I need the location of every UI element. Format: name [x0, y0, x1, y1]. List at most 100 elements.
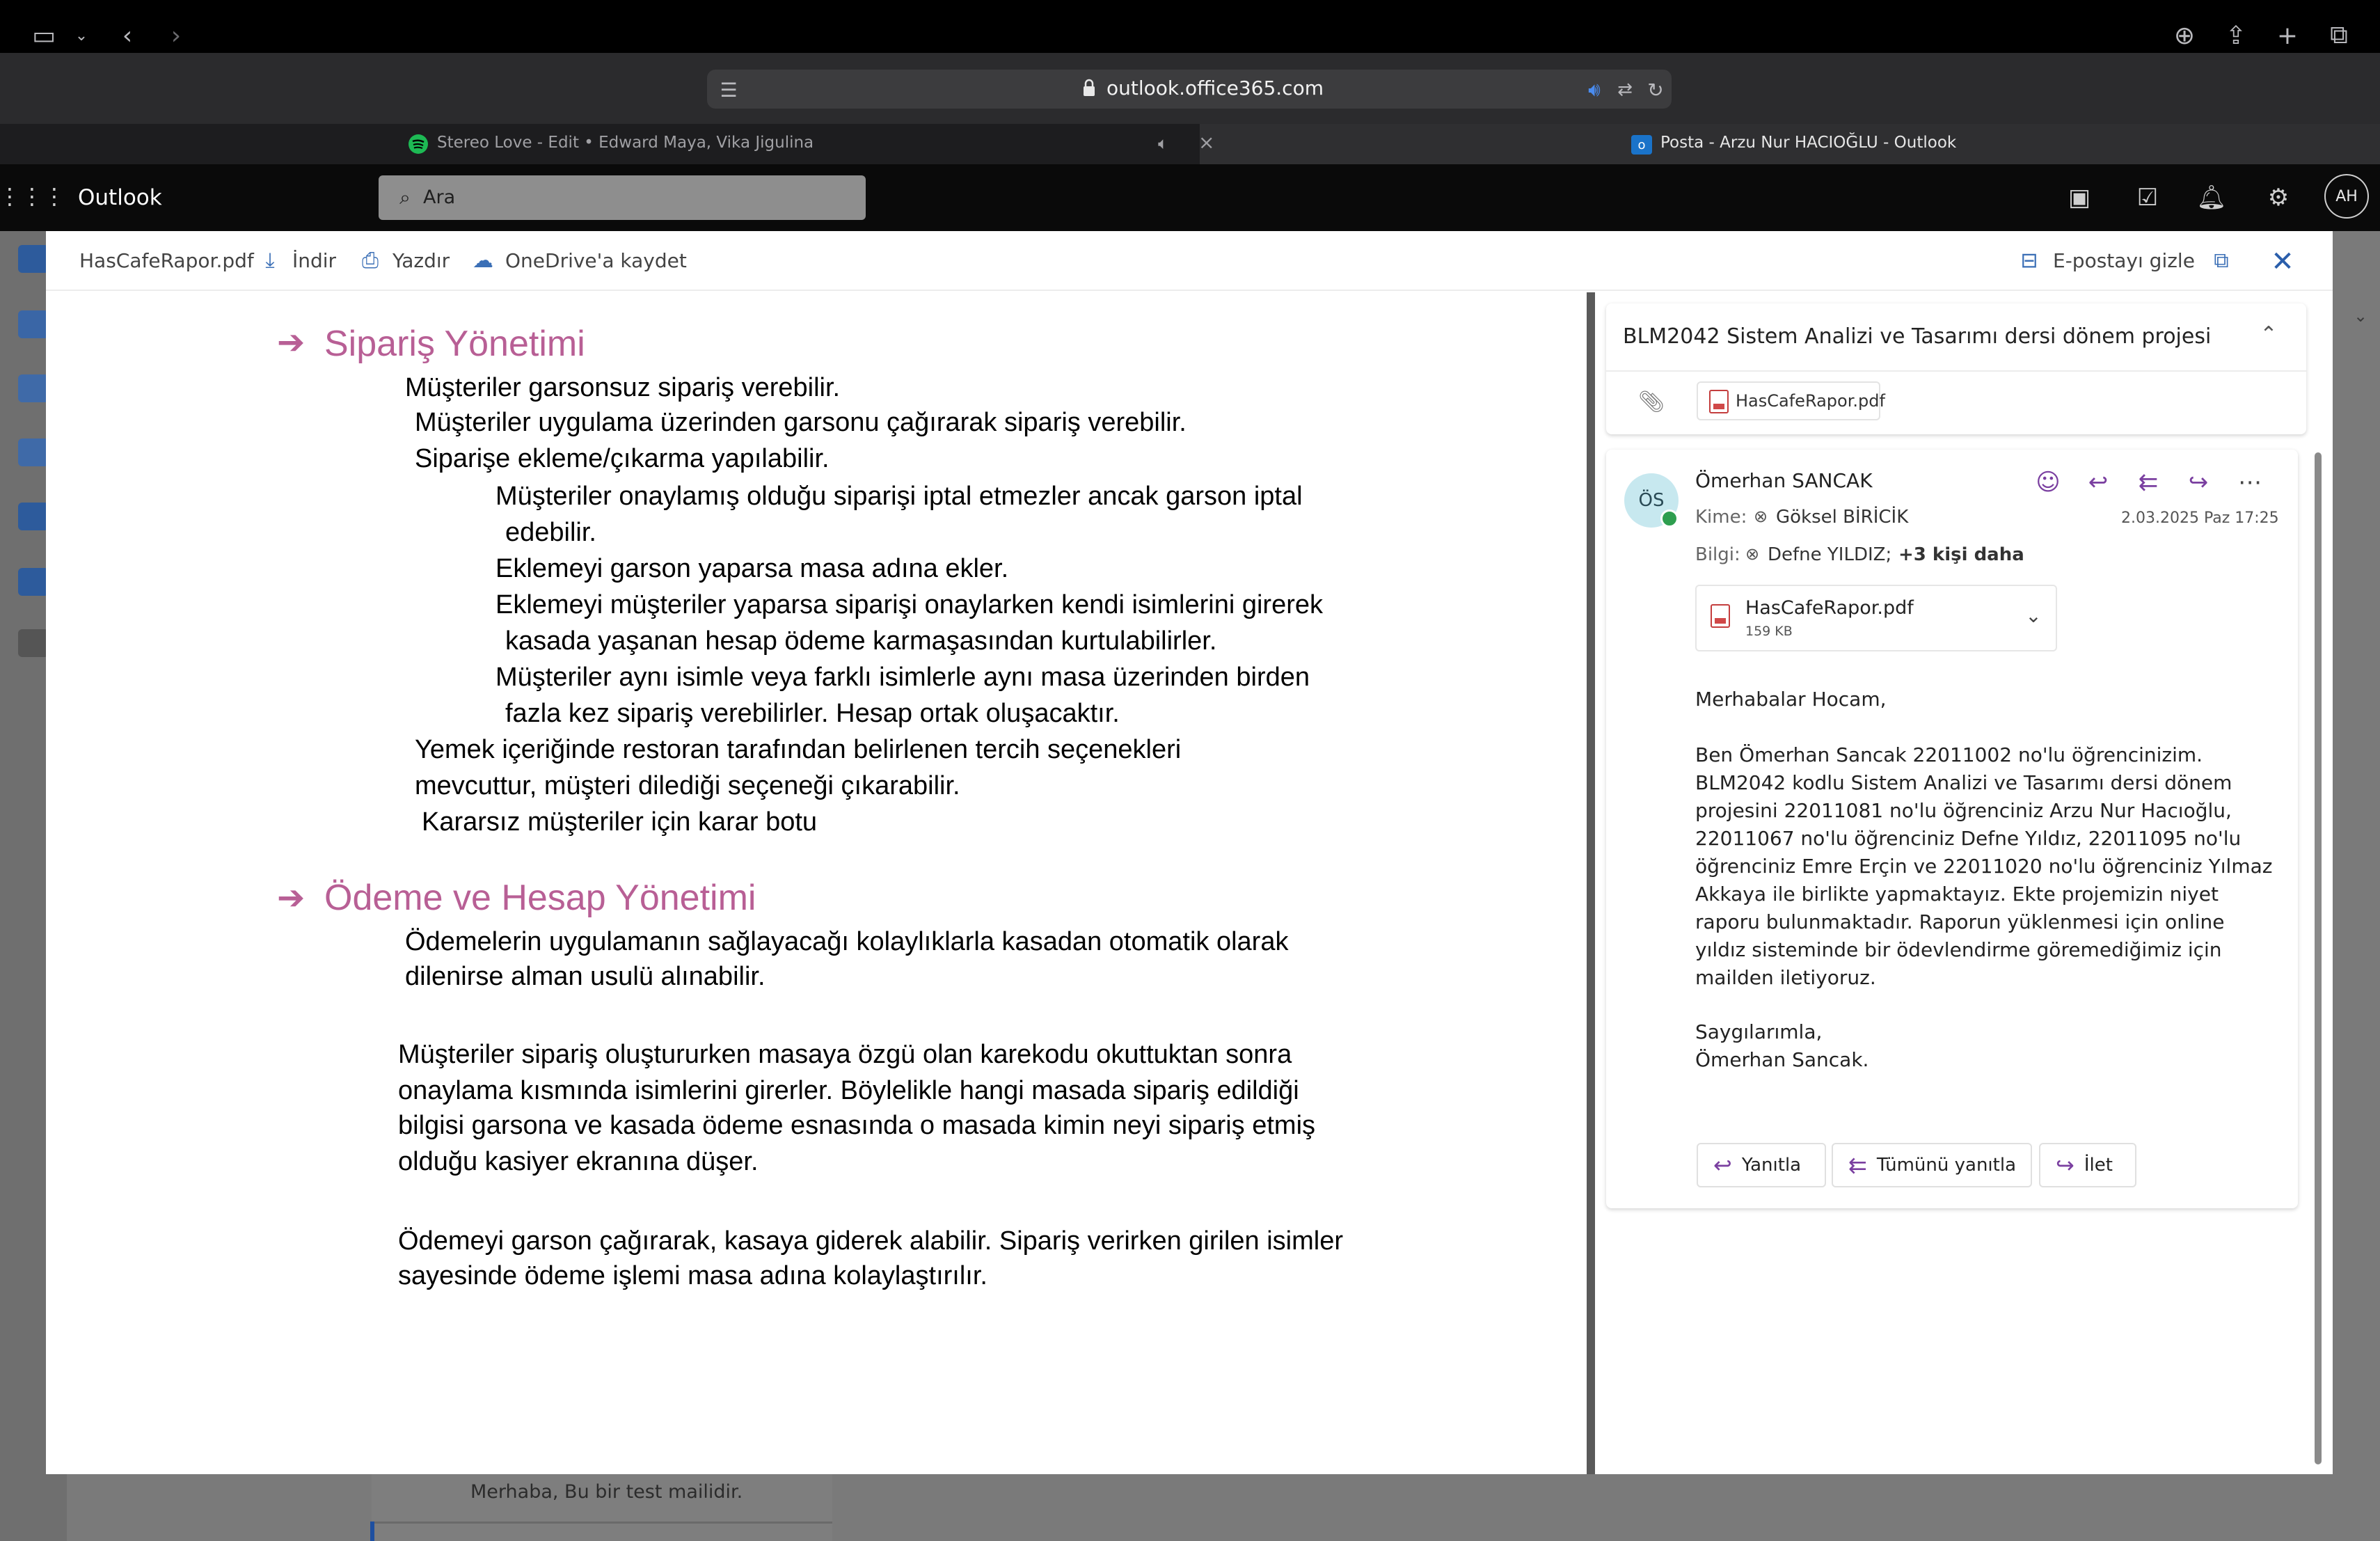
section-title-odeme: Ödeme ve Hesap Yönetimi — [324, 878, 756, 918]
email-body-line: Ben Ömerhan Sancak 22011002 no'lu öğrenc… — [1695, 743, 2203, 766]
page-menu-icon[interactable]: ☰ — [708, 70, 749, 110]
pdf-line: onaylama kısmında isimlerini girerler. B… — [398, 1076, 1299, 1105]
email-signature: Ömerhan Sancak. — [1695, 1048, 1869, 1071]
outlook-favicon: o — [1631, 135, 1652, 155]
pdf-file-icon — [1709, 390, 1729, 413]
tab-spotify-label[interactable]: Stereo Love - Edit • Edward Maya, Vika J… — [437, 134, 814, 152]
email-subject: BLM2042 Sistem Analizi ve Tasarımı dersi… — [1623, 324, 2212, 349]
downloads-icon[interactable]: ⊕ — [2164, 15, 2205, 56]
pdf-line: Müşteriler garsonsuz sipariş verebilir. — [405, 373, 841, 402]
pdf-line: dilenirse alman usulü alınabilir. — [405, 962, 765, 991]
email-body-line: raporu bulunmaktadır. Raporun yüklenmesi… — [1695, 910, 2225, 933]
print-button[interactable]: Yazdır — [392, 249, 450, 272]
pdf-line: kasada yaşanan hesap ödeme karmaşasından… — [505, 626, 1217, 656]
presence-badge — [1660, 509, 1679, 528]
tab-close-icon[interactable]: × — [1198, 131, 1214, 154]
forward-label: İlet — [2084, 1155, 2113, 1176]
pdf-line: Kararsız müşteriler için karar botu — [422, 807, 818, 837]
todo-icon[interactable]: ☑ — [2129, 180, 2166, 216]
cloud-upload-icon[interactable]: ☁ — [470, 248, 495, 273]
reply-all-button[interactable]: ⇇ Tümünü yanıtla — [1832, 1143, 2032, 1187]
cc-recipient[interactable]: Defne YILDIZ; — [1768, 544, 1891, 565]
more-options-icon[interactable]: ⋯ — [2234, 466, 2266, 498]
attachment-name[interactable]: HasCafeRapor.pdf — [1745, 597, 1914, 619]
gear-icon[interactable]: ⚙ — [2260, 180, 2296, 216]
chevron-down-icon[interactable]: ⌄ — [61, 15, 102, 56]
remove-recipient-icon[interactable]: ⊗ — [1745, 544, 1759, 564]
onenote-icon[interactable]: ▣ — [2061, 180, 2097, 216]
account-avatar[interactable]: AH — [2324, 174, 2369, 219]
pdf-line: Eklemeyi garson yaparsa masa adına ekler… — [495, 554, 1009, 583]
viewer-file-name: HasCafeRapor.pdf — [79, 249, 254, 272]
hide-email-button[interactable]: E-postayı gizle — [2053, 249, 2195, 272]
back-icon[interactable]: ‹ — [107, 15, 148, 56]
divider — [372, 1522, 832, 1524]
download-icon[interactable]: ⤓ — [257, 248, 283, 273]
tab-audio-icon[interactable]: 🔈︎ — [1158, 134, 1168, 153]
reply-button[interactable]: ↩ Yanıtla — [1697, 1143, 1826, 1187]
forward-button[interactable]: ↪ İlet — [2039, 1143, 2136, 1187]
pdf-line: Müşteriler aynı isimle veya farklı isiml… — [495, 663, 1310, 692]
background-mail-snippet: Merhaba, Bu bir test mailidir. — [470, 1481, 743, 1503]
attachment-size: 159 KB — [1745, 624, 1793, 639]
selection-indicator — [370, 1522, 374, 1541]
close-icon[interactable]: ✕ — [2266, 245, 2299, 278]
arrow-bullet-icon: ➔ — [277, 323, 306, 362]
email-body-line: Akkaya ile birlikte yapmaktayız. Ekte pr… — [1695, 883, 2219, 906]
calendar-icon[interactable] — [18, 310, 49, 338]
screen: ▭ ⌄ ‹ › ☰ outlook.office365.com 🔊︎ ⇄ ↻ ⊕… — [0, 0, 2380, 1541]
search-icon: ⌕ — [399, 186, 411, 209]
attachment-chip-label[interactable]: HasCafeRapor.pdf — [1736, 391, 1885, 411]
email-body-line: yıldız sisteminde bir ödevlendirme görem… — [1695, 938, 2222, 961]
download-button[interactable]: İndir — [292, 249, 336, 272]
pane-divider[interactable] — [1587, 292, 1595, 1474]
email-closing: Saygılarımla, — [1695, 1020, 1823, 1043]
sidebar-toggle-icon[interactable]: ▭ — [24, 15, 64, 56]
pdf-line: Siparişe ekleme/çıkarma yapılabilir. — [415, 444, 830, 473]
url-text[interactable]: outlook.office365.com — [1106, 77, 1324, 100]
onedrive-icon[interactable] — [18, 568, 49, 596]
mail-icon[interactable] — [18, 245, 49, 273]
remove-recipient-icon[interactable]: ⊗ — [1754, 507, 1768, 526]
chevron-up-icon[interactable]: ⌃ — [2255, 320, 2283, 348]
forward-icon[interactable]: › — [156, 15, 196, 56]
pdf-line: Ödemelerin uygulamanın sağlayacağı kolay… — [405, 927, 1289, 956]
tab-outlook-label[interactable]: Posta - Arzu Nur HACIOĞLU - Outlook — [1660, 134, 1956, 152]
chevron-down-icon[interactable]: ⌄ — [2354, 306, 2374, 327]
reply-icon[interactable]: ↩ — [2082, 466, 2114, 498]
bell-icon[interactable]: 🔔︎ — [2193, 180, 2230, 216]
reload-icon[interactable]: ↻ — [1635, 70, 1676, 110]
people-icon[interactable] — [18, 374, 49, 402]
more-apps-icon[interactable] — [18, 629, 49, 657]
to-recipient[interactable]: Göksel BİRİCİK — [1776, 507, 1908, 528]
share-icon[interactable]: ⇪ — [2216, 15, 2256, 56]
reply-label: Yanıtla — [1741, 1155, 1802, 1176]
save-to-onedrive-button[interactable]: OneDrive'a kaydet — [505, 249, 687, 272]
pdf-file-icon — [1711, 604, 1730, 628]
app-launcher-icon[interactable]: ⋮⋮⋮ — [0, 178, 65, 214]
pdf-line: fazla kez sipariş verebilirler. Hesap or… — [505, 699, 1120, 728]
forward-icon[interactable]: ↪ — [2182, 466, 2214, 498]
reply-all-label: Tümünü yanıtla — [1876, 1155, 2017, 1176]
hide-email-icon[interactable]: ⊟ — [2017, 248, 2042, 273]
email-body-line: 22011067 no'lu öğrenciniz Defne Yıldız, … — [1695, 827, 2242, 850]
groups-icon[interactable] — [18, 438, 49, 466]
cc-more-link[interactable]: +3 kişi daha — [1898, 544, 2024, 565]
emoji-icon[interactable]: ☺ — [2032, 466, 2064, 498]
new-tab-icon[interactable]: + — [2267, 15, 2308, 56]
pdf-line: olduğu kasiyer ekranına düşer. — [398, 1147, 759, 1176]
spotify-icon — [408, 134, 428, 154]
cc-label: Bilgi: — [1695, 544, 1740, 565]
email-date: 2.03.2025 Paz 17:25 — [2121, 509, 2279, 527]
tab-overview-icon[interactable]: ⧉ — [2319, 15, 2359, 56]
chevron-down-icon[interactable]: ⌄ — [2021, 603, 2046, 628]
print-icon[interactable]: ⎙ — [358, 248, 383, 273]
scrollbar[interactable] — [2315, 452, 2322, 1464]
sender-name[interactable]: Ömerhan SANCAK — [1695, 469, 1873, 492]
todo-rail-icon[interactable] — [18, 503, 49, 530]
reply-all-icon[interactable]: ⇇ — [2132, 466, 2164, 498]
app-title[interactable]: Outlook — [78, 185, 162, 210]
pdf-line: bilgisi garsona ve kasada ödeme esnasınd… — [398, 1111, 1316, 1140]
pdf-line: Yemek içeriğinde restoran tarafından bel… — [415, 735, 1182, 764]
pop-out-icon[interactable]: ⧉ — [2209, 248, 2234, 273]
